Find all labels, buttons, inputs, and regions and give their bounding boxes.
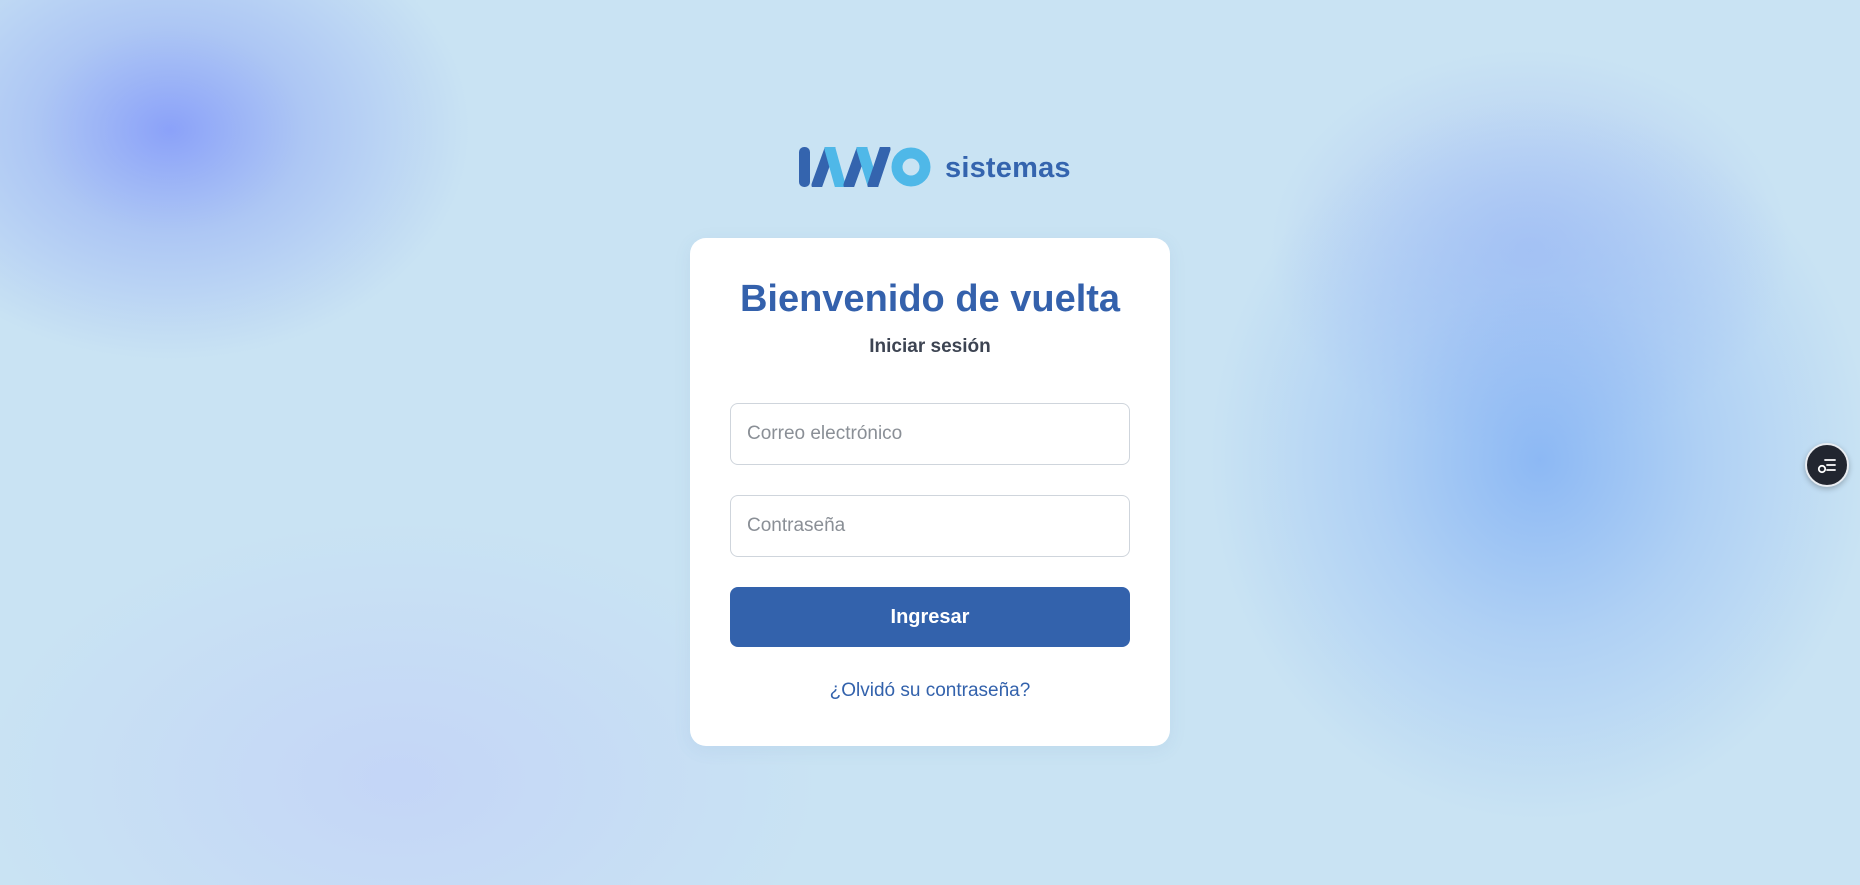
password-input[interactable] bbox=[730, 495, 1130, 557]
accessibility-menu-icon bbox=[1817, 459, 1836, 474]
login-button[interactable]: Ingresar bbox=[730, 587, 1130, 647]
page-title: Bienvenido de vuelta bbox=[739, 278, 1121, 320]
brand-logo: sistemas bbox=[797, 144, 1071, 190]
inno-logo-mark-icon bbox=[799, 147, 931, 187]
brand-wordmark: sistemas bbox=[945, 151, 1071, 184]
page-subtitle: Iniciar sesión bbox=[869, 336, 991, 357]
forgot-password-link[interactable]: ¿Olvidó su contraseña? bbox=[690, 680, 1170, 702]
accessibility-menu-button[interactable] bbox=[1805, 443, 1849, 487]
email-input[interactable] bbox=[730, 403, 1130, 465]
login-card: Bienvenido de vuelta Iniciar sesión Ingr… bbox=[690, 238, 1170, 746]
